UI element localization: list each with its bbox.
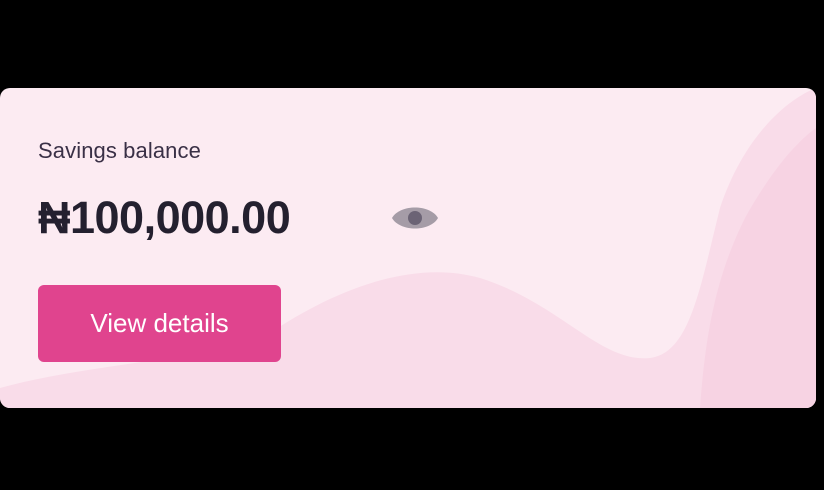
eye-icon — [392, 207, 438, 229]
savings-card: Savings balance ₦100,000.00 View details — [0, 88, 816, 408]
view-details-button[interactable]: View details — [38, 285, 281, 362]
toggle-visibility-button[interactable] — [388, 200, 442, 236]
savings-balance-label: Savings balance — [38, 138, 201, 163]
balance-amount: ₦100,000.00 — [38, 192, 291, 243]
